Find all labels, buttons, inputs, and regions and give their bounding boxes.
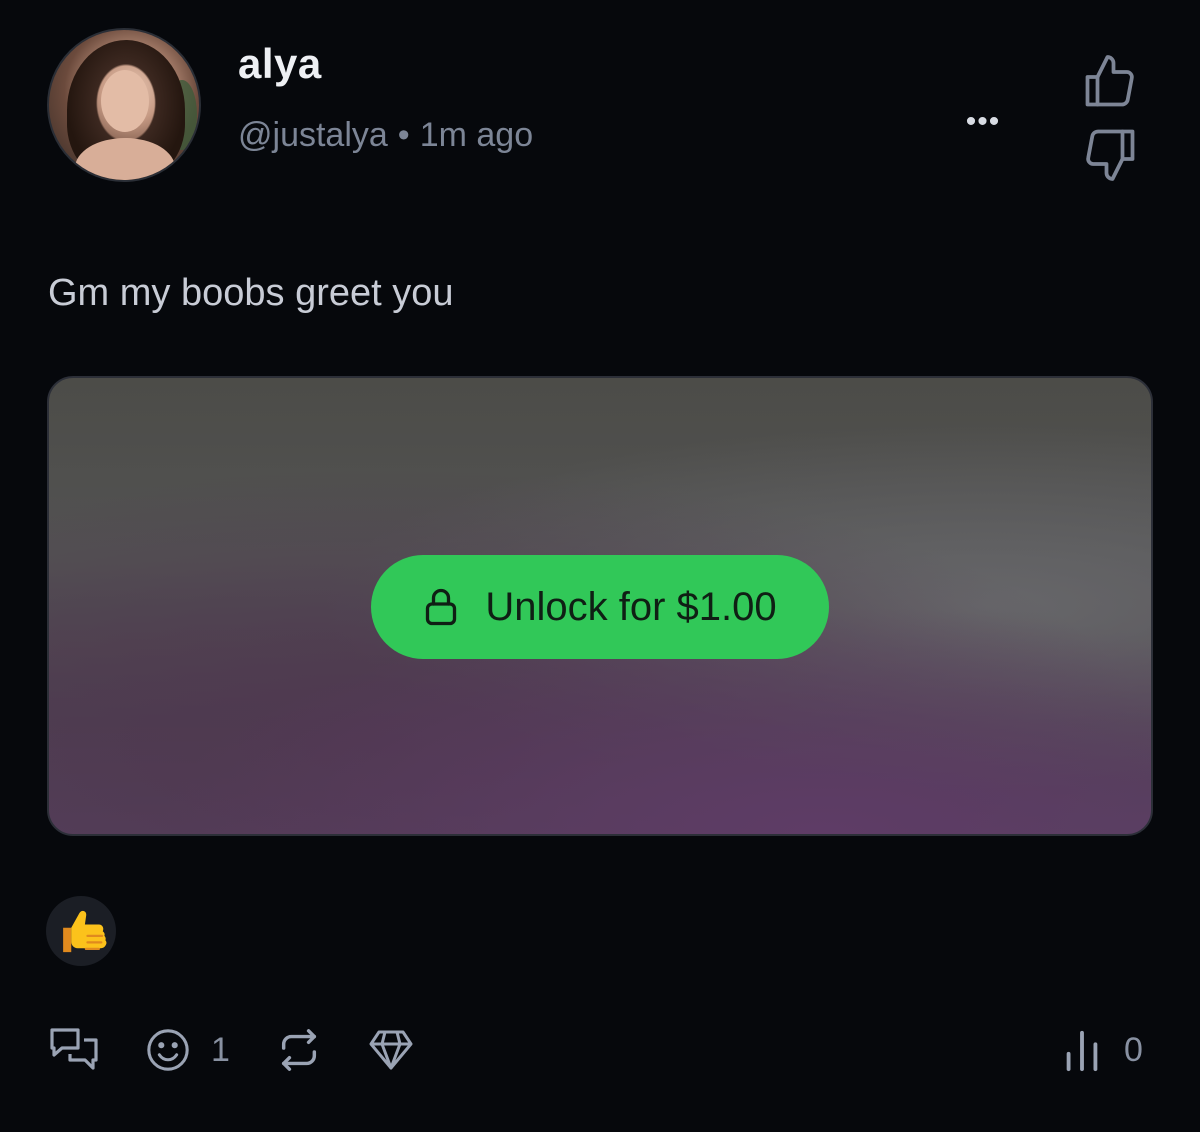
- avatar[interactable]: [47, 28, 201, 182]
- meta-separator: •: [397, 116, 410, 154]
- author-handle[interactable]: @justalya: [238, 116, 388, 154]
- thumbs-up-icon: [1085, 55, 1134, 107]
- reply-button[interactable]: [48, 1024, 100, 1076]
- unlock-label: Unlock for $1.00: [485, 584, 777, 629]
- react-button[interactable]: 1: [145, 1024, 230, 1076]
- post-text: Gm my boobs greet you: [48, 272, 454, 314]
- reaction-count: 1: [211, 1030, 230, 1069]
- thumbs-up-emoji-icon: [63, 910, 107, 953]
- unlock-button[interactable]: Unlock for $1.00: [371, 555, 829, 659]
- author-name[interactable]: alya: [238, 40, 322, 88]
- post-card: alya @justalya • 1m ago ••• Gm my boobs gr…: [0, 0, 1200, 1132]
- post-timestamp: 1m ago: [419, 116, 534, 154]
- thumbs-down-icon: [1086, 129, 1135, 181]
- avatar-face: [101, 70, 149, 132]
- post-meta: @justalya • 1m ago: [238, 116, 533, 155]
- views-count: 0: [1124, 1030, 1143, 1069]
- stats-icon: [1066, 1030, 1098, 1072]
- upvote-button[interactable]: [1080, 52, 1140, 112]
- diamond-icon: [369, 1030, 413, 1070]
- repost-button[interactable]: [276, 1024, 322, 1076]
- views-button[interactable]: 0: [1060, 1024, 1143, 1076]
- repost-icon: [281, 1029, 317, 1071]
- smiley-icon: [147, 1029, 189, 1071]
- lock-icon: [426, 588, 457, 626]
- more-options-button[interactable]: •••: [962, 107, 1004, 137]
- comments-icon: [50, 1028, 98, 1070]
- reaction-thumbs-up[interactable]: [46, 896, 116, 966]
- tip-button[interactable]: [367, 1024, 415, 1076]
- downvote-button[interactable]: [1080, 124, 1140, 184]
